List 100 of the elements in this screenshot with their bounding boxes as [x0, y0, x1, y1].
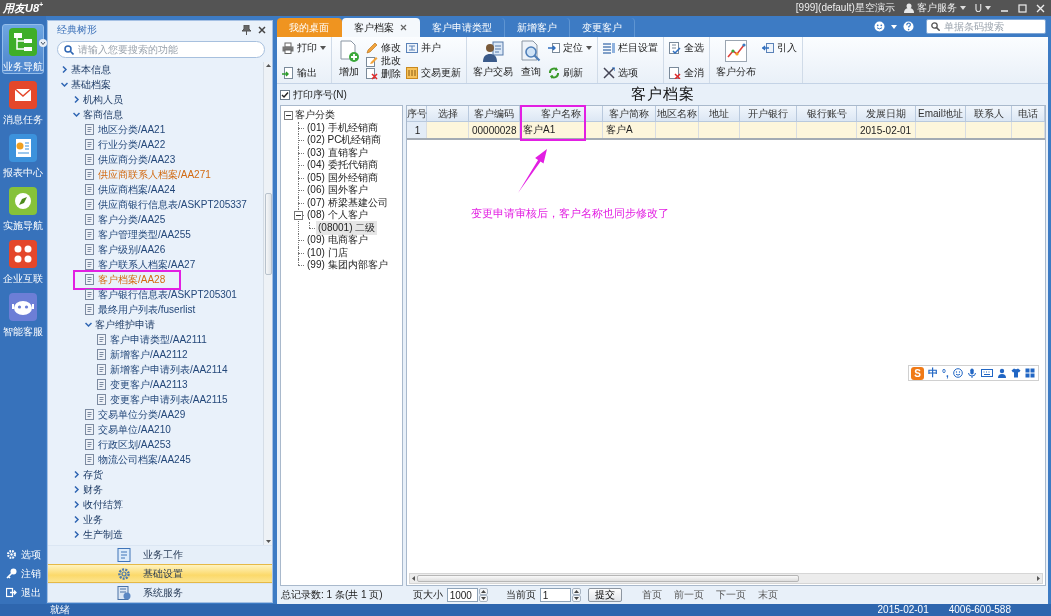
grid-icon[interactable] — [1024, 368, 1035, 378]
nav-rail-button[interactable]: 实施导航 — [2, 183, 44, 233]
chevron-down-icon[interactable] — [85, 321, 92, 328]
tree-item[interactable]: 变更客户申请列表/AA2115 — [110, 392, 228, 407]
tree-item[interactable]: 行业分类/AA22 — [98, 137, 166, 152]
nav-rail-button[interactable]: 业务导航 — [2, 24, 44, 74]
column-header[interactable]: 银行账号 — [797, 106, 857, 122]
sidebar-action-button[interactable]: 退出 — [0, 583, 46, 602]
toolbar-button[interactable]: 栏目设置 — [603, 41, 658, 54]
tree-item[interactable]: (99) 集团内部客户 — [305, 258, 390, 273]
tree-item[interactable]: (07) 桥梁基建公司 — [305, 195, 390, 210]
tree-item[interactable]: 新增客户/AA2112 — [110, 347, 188, 362]
toolbar-button[interactable]: 客户交易 — [472, 37, 514, 83]
vertical-scrollbar[interactable] — [263, 62, 272, 545]
tree-folder[interactable]: 机构人员 — [83, 92, 123, 107]
tree-folder[interactable]: 财务 — [83, 482, 103, 497]
scroll-thumb[interactable] — [264, 193, 272, 275]
nav-rail-button[interactable]: 企业互联 — [2, 236, 44, 286]
column-header[interactable]: 电话 — [1012, 106, 1045, 122]
toolbar-button[interactable]: 删除 — [366, 67, 401, 80]
nav-rail-button[interactable]: 智能客服 — [2, 289, 44, 339]
tree-item[interactable]: 供应商档案/AA24 — [98, 182, 176, 197]
tree-item[interactable]: 客户联系人档案/AA27 — [98, 257, 196, 272]
chevron-right-icon[interactable] — [61, 66, 68, 73]
toolbar-button[interactable]: 交易更新 — [406, 66, 461, 79]
toolbar-button[interactable]: 输出 — [282, 66, 326, 79]
tree-item[interactable]: 物流公司档案/AA245 — [98, 452, 191, 467]
tree-item[interactable]: (04) 委托代销商 — [305, 158, 380, 173]
chevron-right-icon[interactable] — [73, 96, 80, 103]
toolbar-button[interactable]: 全消 — [669, 66, 704, 79]
chevron-right-icon[interactable] — [73, 471, 80, 478]
tree-item[interactable]: 客户级别/AA26 — [98, 242, 166, 257]
chevron-right-icon[interactable] — [73, 516, 80, 523]
horizontal-scrollbar[interactable] — [409, 573, 1043, 584]
toolbar-button[interactable]: 打印 — [282, 41, 326, 54]
maximize-icon[interactable] — [1018, 3, 1027, 13]
tree-folder[interactable]: 客户维护申请 — [95, 317, 155, 332]
spin-down-button[interactable] — [478, 595, 488, 602]
tree-item[interactable]: 新增客户申请列表/AA2114 — [110, 362, 228, 377]
column-header[interactable]: 选择 — [427, 106, 469, 122]
user-icon[interactable] — [996, 368, 1007, 378]
toolbar-button[interactable]: 增加 — [337, 37, 361, 83]
microphone-icon[interactable] — [966, 368, 977, 378]
user-menu[interactable]: U — [974, 2, 991, 14]
column-header[interactable]: 联系人 — [966, 106, 1012, 122]
tree-folder[interactable]: 客商信息 — [83, 107, 123, 122]
caret-icon[interactable] — [586, 45, 592, 50]
tree-item[interactable]: 最终用户列表/fuserlist — [98, 302, 196, 317]
caret-icon[interactable] — [39, 39, 47, 47]
close-icon[interactable] — [400, 24, 407, 31]
tree-folder[interactable]: 存货 — [83, 467, 103, 482]
nav-rail-button[interactable]: 报表中心 — [2, 130, 44, 180]
print-serial-checkbox[interactable]: 打印序号(N) — [280, 87, 347, 102]
column-header[interactable]: 客户简称 — [603, 106, 656, 122]
tree-item[interactable]: (08001) 二级 — [316, 220, 378, 235]
toolbar-button[interactable]: 修改 — [366, 41, 401, 54]
tree-item[interactable]: (09) 电商客户 — [305, 233, 370, 248]
ime-punctuation-label[interactable]: °, — [942, 367, 949, 379]
tree-item[interactable]: 客户管理类型/AA255 — [98, 227, 191, 242]
tree-item[interactable]: 供应商银行信息表/ASKPT205337 — [98, 197, 247, 212]
minus-box-icon[interactable] — [294, 211, 303, 220]
shirt-icon[interactable] — [1010, 368, 1021, 378]
tree-item[interactable]: 交易单位分类/AA29 — [98, 407, 186, 422]
ime-mode-label[interactable]: 中 — [928, 366, 938, 380]
toolbar-button[interactable]: 批改 — [366, 54, 401, 67]
column-header[interactable]: 地区名称 — [656, 106, 699, 122]
tree-item[interactable]: (10) 门店 — [305, 245, 350, 260]
tree-item[interactable]: (02) PC机经销商 — [305, 133, 384, 148]
tree-folder[interactable]: 生产制造 — [83, 527, 123, 542]
tree-item[interactable]: (05) 国外经销商 — [305, 170, 380, 185]
column-header[interactable]: Email地址 — [916, 106, 966, 122]
toolbar-button[interactable]: 引入 — [762, 41, 797, 54]
column-header[interactable]: 客户编码 — [469, 106, 520, 122]
tree-item[interactable]: 交易单位/AA210 — [98, 422, 171, 437]
caret-icon[interactable] — [891, 24, 897, 29]
toolbar-button[interactable]: 查询 — [519, 37, 543, 83]
close-icon[interactable] — [258, 25, 266, 34]
caret-icon[interactable] — [959, 6, 966, 10]
tree-item[interactable]: 供应商分类/AA23 — [98, 152, 176, 167]
tree-folder[interactable]: 基本信息 — [71, 62, 111, 77]
sidebar-action-button[interactable]: 注销 — [0, 564, 46, 583]
smiley-icon[interactable] — [874, 21, 885, 32]
toolbar-button[interactable]: 刷新 — [548, 66, 592, 79]
chevron-down-icon[interactable] — [61, 81, 68, 88]
nav-rail-button[interactable]: 消息任务 — [2, 77, 44, 127]
tab[interactable]: 客户档案 — [342, 18, 420, 37]
tree-folder[interactable]: 基础档案 — [71, 77, 111, 92]
spin-up-button[interactable] — [478, 588, 488, 595]
spin-up-button[interactable] — [571, 588, 581, 595]
chevron-right-icon[interactable] — [73, 486, 80, 493]
tree-item[interactable]: (01) 手机经销商 — [305, 120, 380, 135]
tree-item[interactable]: (08) 个人客户 — [305, 208, 370, 223]
tree-item[interactable]: 客户分类/AA25 — [98, 212, 166, 227]
tree-item[interactable]: 客户申请类型/AA2111 — [110, 332, 207, 347]
column-header[interactable]: 发展日期 — [857, 106, 916, 122]
service-menu[interactable]: 客户服务 — [903, 1, 966, 15]
tree-item[interactable]: 变更客户/AA2113 — [110, 377, 188, 392]
caret-icon[interactable] — [985, 6, 991, 10]
tree-folder[interactable]: 收付结算 — [83, 497, 123, 512]
keyboard-icon[interactable] — [980, 368, 993, 378]
